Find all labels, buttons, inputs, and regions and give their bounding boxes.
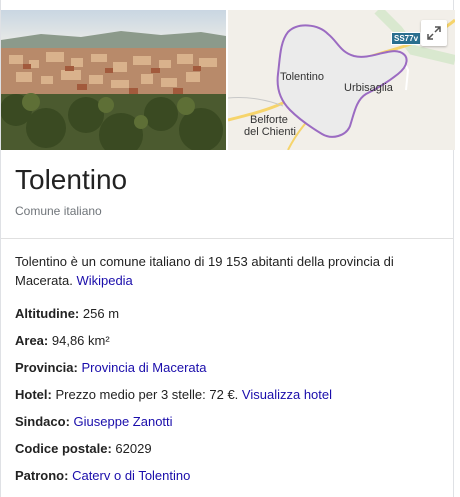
title-area: Tolentino Comune italiano bbox=[15, 160, 127, 218]
divider bbox=[1, 238, 453, 239]
hotel-link[interactable]: Visualizza hotel bbox=[242, 387, 332, 402]
fact-area: Area: 94,86 km² bbox=[15, 332, 445, 359]
map-label-tolentino: Tolentino bbox=[280, 71, 325, 83]
fact-value: Prezzo medio per 3 stelle: 72 €. bbox=[55, 387, 239, 402]
fact-patrono: Patrono: Caterv o di Tolentino bbox=[15, 467, 445, 494]
fact-label: Sindaco: bbox=[15, 414, 70, 429]
fact-codice-postale: Codice postale: 62029 bbox=[15, 440, 445, 467]
expand-icon bbox=[427, 26, 441, 40]
map-label-del-chienti: del Chienti bbox=[244, 126, 296, 138]
road-shield: SS77v bbox=[391, 32, 422, 45]
fact-label: Provincia: bbox=[15, 360, 78, 375]
fact-label: Codice postale: bbox=[15, 441, 112, 456]
fact-altitudine: Altitudine: 256 m bbox=[15, 305, 445, 332]
fact-label: Hotel: bbox=[15, 387, 52, 402]
media-strip: SS77v Tolentino Urbisaglia Belforte del … bbox=[1, 10, 455, 150]
description: Tolentino è un comune italiano di 19 153… bbox=[15, 252, 425, 290]
fact-label: Area: bbox=[15, 333, 49, 348]
map-label-urbisaglia: Urbisaglia bbox=[344, 82, 393, 94]
fact-label: Patrono: bbox=[15, 468, 69, 483]
fact-provincia: Provincia: Provincia di Macerata bbox=[15, 359, 445, 386]
map-thumbnail[interactable]: SS77v Tolentino Urbisaglia Belforte del … bbox=[228, 10, 455, 150]
fact-value: 62029 bbox=[115, 441, 152, 456]
fact-sindaco: Sindaco: Giuseppe Zanotti bbox=[15, 413, 445, 440]
map-label-belforte: Belforte bbox=[250, 114, 288, 126]
entity-title: Tolentino bbox=[15, 164, 128, 195]
patrono-link[interactable]: Caterv o di Tolentino bbox=[72, 468, 190, 483]
fact-hotel: Hotel: Prezzo medio per 3 stelle: 72 €. … bbox=[15, 386, 445, 413]
facts-list: Altitudine: 256 m Area: 94,86 km² Provin… bbox=[15, 305, 445, 494]
description-text: Tolentino è un comune italiano di 19 153… bbox=[15, 254, 394, 288]
fact-label: Altitudine: bbox=[15, 306, 80, 321]
provincia-link[interactable]: Provincia di Macerata bbox=[81, 360, 206, 375]
city-photo[interactable] bbox=[1, 10, 226, 150]
entity-subtitle: Comune italiano bbox=[15, 204, 102, 218]
wikipedia-link[interactable]: Wikipedia bbox=[76, 273, 132, 288]
fact-value: 94,86 km² bbox=[51, 333, 110, 348]
city-photo-image bbox=[1, 10, 226, 150]
sindaco-link[interactable]: Giuseppe Zanotti bbox=[74, 414, 173, 429]
knowledge-panel: SS77v Tolentino Urbisaglia Belforte del … bbox=[0, 0, 455, 497]
expand-map-button[interactable] bbox=[421, 20, 447, 46]
fact-value: 256 m bbox=[82, 306, 120, 321]
